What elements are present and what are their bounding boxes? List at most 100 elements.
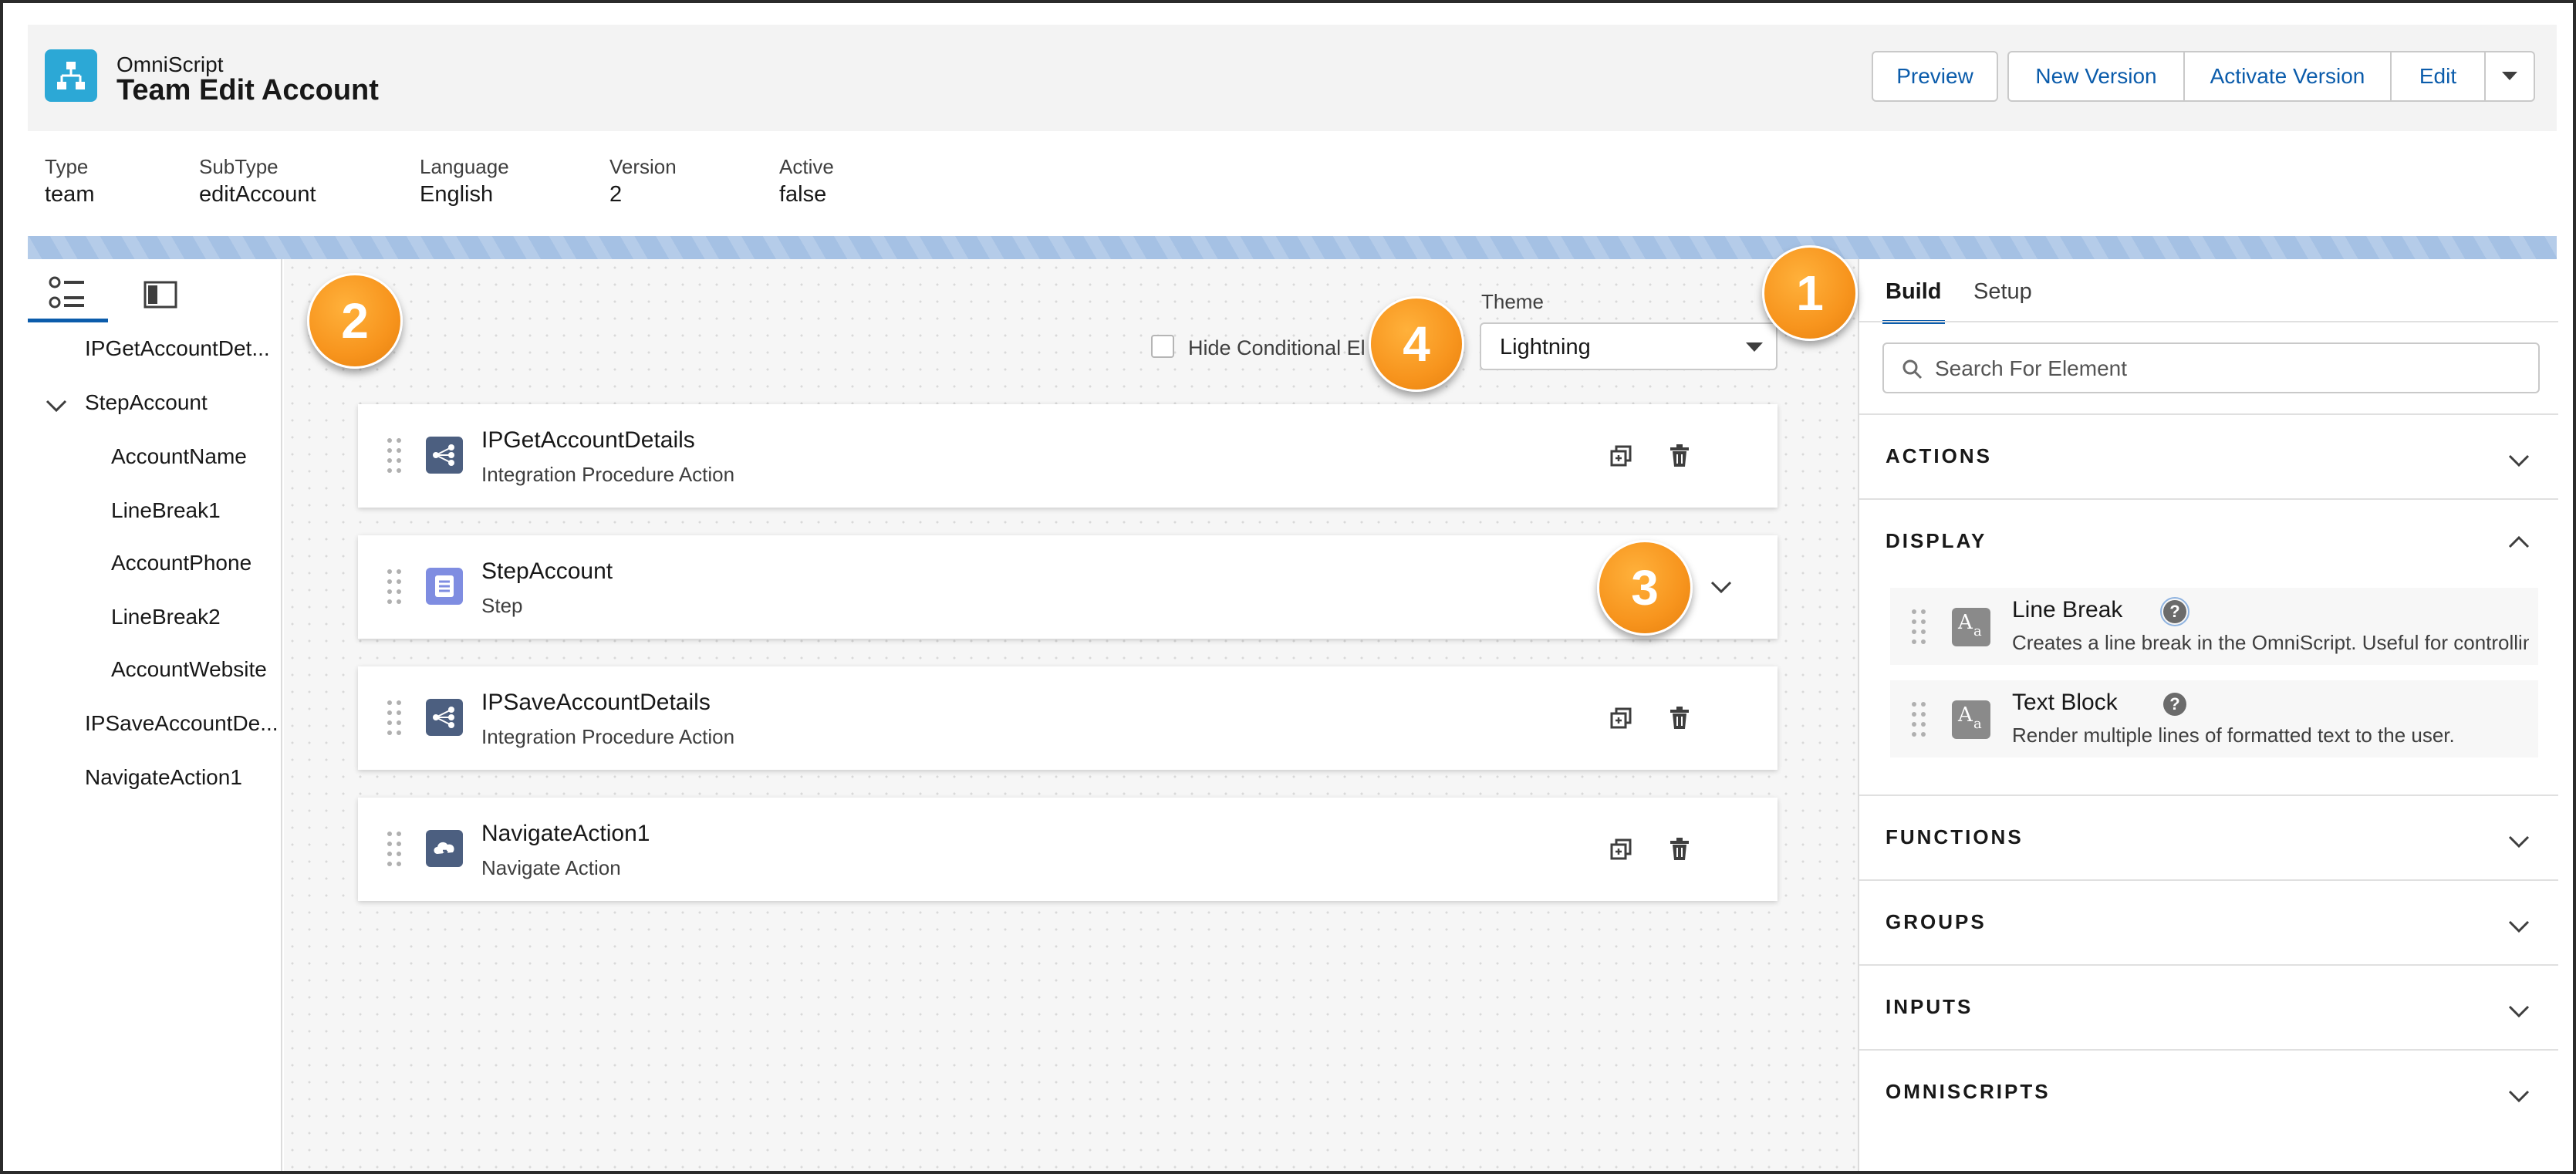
version-label: Version xyxy=(609,155,677,178)
section-title: ACTIONS xyxy=(1886,444,1992,467)
tree-item[interactable]: AccountPhone xyxy=(111,551,252,575)
list-tree-icon xyxy=(49,276,84,308)
element-type: Integration Procedure Action xyxy=(481,725,735,748)
preview-button[interactable]: Preview xyxy=(1872,51,1998,102)
element-name: IPGetAccountDetails xyxy=(481,427,695,453)
element-name: IPSaveAccountDetails xyxy=(481,690,711,715)
section-title: FUNCTIONS xyxy=(1886,825,2024,848)
section-title: OMNISCRIPTS xyxy=(1886,1080,2051,1103)
new-version-button[interactable]: New Version xyxy=(2007,51,2185,102)
section-title: DISPLAY xyxy=(1886,529,1987,552)
tab-layout-view[interactable] xyxy=(120,267,201,322)
tree-item[interactable]: LineBreak1 xyxy=(111,498,221,523)
delete-icon[interactable] xyxy=(1666,705,1693,731)
active-label: Active xyxy=(779,155,834,178)
subtype-value: editAccount xyxy=(199,182,316,207)
section-display[interactable]: DISPLAY Aa Line Break ? Creates a line b… xyxy=(1859,498,2558,794)
designer-canvas: Hide Conditional El Theme Lightning IPGe… xyxy=(284,259,1858,1171)
activate-version-button[interactable]: Activate Version xyxy=(2183,51,2392,102)
drag-handle-icon[interactable] xyxy=(1912,609,1929,645)
chevron-down-icon[interactable] xyxy=(2507,1000,2530,1023)
theme-select-value: Lightning xyxy=(1500,335,1591,359)
section-actions[interactable]: ACTIONS xyxy=(1859,413,2558,498)
chevron-down-icon[interactable] xyxy=(2507,1085,2530,1108)
tab-build[interactable]: Build xyxy=(1882,279,1945,324)
tree-item[interactable]: StepAccount xyxy=(85,390,208,415)
integration-procedure-icon xyxy=(426,699,463,736)
section-groups[interactable]: GROUPS xyxy=(1859,879,2558,964)
drag-handle-icon[interactable] xyxy=(387,700,404,736)
callout-badge: 1 xyxy=(1762,245,1858,341)
search-placeholder: Search For Element xyxy=(1935,356,2127,380)
drag-handle-icon[interactable] xyxy=(387,438,404,474)
palette-item-description: Render multiple lines of formatted text … xyxy=(2012,724,2455,747)
type-value: team xyxy=(45,182,95,207)
search-input[interactable]: Search For Element xyxy=(1882,342,2540,393)
tree-item[interactable]: NavigateAction1 xyxy=(85,765,242,790)
tree-item[interactable]: AccountName xyxy=(111,444,247,469)
tree-item[interactable]: AccountWebsite xyxy=(111,657,267,682)
elements-palette-panel: Build Setup Search For Element ACTIONS D… xyxy=(1858,259,2558,1171)
chevron-up-icon[interactable] xyxy=(2507,531,2530,554)
chevron-down-icon[interactable] xyxy=(2507,830,2530,853)
tree-item[interactable]: IPSaveAccountDe... xyxy=(85,711,279,736)
navigate-action-icon xyxy=(426,830,463,867)
theme-select[interactable]: Lightning xyxy=(1480,322,1778,370)
section-omniscripts[interactable]: OMNISCRIPTS xyxy=(1859,1049,2558,1134)
theme-label: Theme xyxy=(1481,290,1544,313)
callout-badge: 4 xyxy=(1369,296,1464,392)
page-header: OmniScript Team Edit Account Preview New… xyxy=(28,25,2557,131)
hide-conditional-checkbox[interactable] xyxy=(1151,335,1174,358)
element-card[interactable]: StepAccount Step xyxy=(358,535,1778,639)
element-card[interactable]: IPSaveAccountDetails Integration Procedu… xyxy=(358,666,1778,770)
palette-item-name: Line Break xyxy=(2012,597,2123,622)
chevron-down-icon[interactable] xyxy=(2507,915,2530,938)
drag-handle-icon[interactable] xyxy=(1912,702,1929,737)
chevron-down-icon[interactable] xyxy=(1708,574,1734,600)
section-inputs[interactable]: INPUTS xyxy=(1859,964,2558,1049)
delete-icon[interactable] xyxy=(1666,836,1693,862)
language-label: Language xyxy=(420,155,509,178)
hide-conditional-label: Hide Conditional El xyxy=(1188,336,1366,359)
section-functions[interactable]: FUNCTIONS xyxy=(1859,794,2558,879)
clone-icon[interactable] xyxy=(1608,705,1634,731)
drag-handle-icon[interactable] xyxy=(387,832,404,867)
edit-button[interactable]: Edit xyxy=(2390,51,2486,102)
tree-item[interactable]: LineBreak2 xyxy=(111,605,221,629)
delete-icon[interactable] xyxy=(1666,443,1693,469)
palette-item-text-block[interactable]: Aa Text Block ? Render multiple lines of… xyxy=(1890,680,2538,757)
element-type: Navigate Action xyxy=(481,856,621,879)
drag-handle-icon[interactable] xyxy=(387,569,404,605)
palette-item-line-break[interactable]: Aa Line Break ? Creates a line break in … xyxy=(1890,588,2538,665)
help-icon[interactable]: ? xyxy=(2160,597,2189,626)
palette-item-name: Text Block xyxy=(2012,690,2118,715)
help-icon[interactable]: ? xyxy=(2163,693,2186,716)
clone-icon[interactable] xyxy=(1608,443,1634,469)
tree-item[interactable]: IPGetAccountDet... xyxy=(85,336,270,361)
caret-down-icon xyxy=(2502,72,2517,80)
more-actions-button[interactable] xyxy=(2484,51,2535,102)
tab-setup[interactable]: Setup xyxy=(1973,279,2032,305)
clone-icon[interactable] xyxy=(1608,836,1634,862)
tab-divider xyxy=(1859,321,2558,322)
panel-layout-icon xyxy=(143,281,177,309)
structure-tree-panel: IPGetAccountDet... StepAccount AccountNa… xyxy=(28,259,282,1171)
tab-tree-view[interactable] xyxy=(28,267,108,322)
element-name: NavigateAction1 xyxy=(481,821,650,846)
element-type: Integration Procedure Action xyxy=(481,463,735,486)
version-value: 2 xyxy=(609,182,623,207)
type-label: Type xyxy=(45,155,89,178)
element-name: StepAccount xyxy=(481,558,613,584)
omniscript-designer-window: OmniScript Team Edit Account Preview New… xyxy=(0,0,2576,1174)
element-card[interactable]: NavigateAction1 Navigate Action xyxy=(358,798,1778,901)
chevron-down-icon[interactable] xyxy=(45,398,68,413)
callout-badge: 2 xyxy=(307,273,403,369)
element-type: Step xyxy=(481,594,523,617)
omniscript-logo-icon xyxy=(45,49,97,102)
element-card[interactable]: IPGetAccountDetails Integration Procedur… xyxy=(358,404,1778,508)
text-format-icon: Aa xyxy=(1952,608,1990,646)
text-format-icon: Aa xyxy=(1952,700,1990,739)
chevron-down-icon[interactable] xyxy=(2507,449,2530,472)
subtype-label: SubType xyxy=(199,155,279,178)
caret-down-icon xyxy=(1746,342,1763,352)
